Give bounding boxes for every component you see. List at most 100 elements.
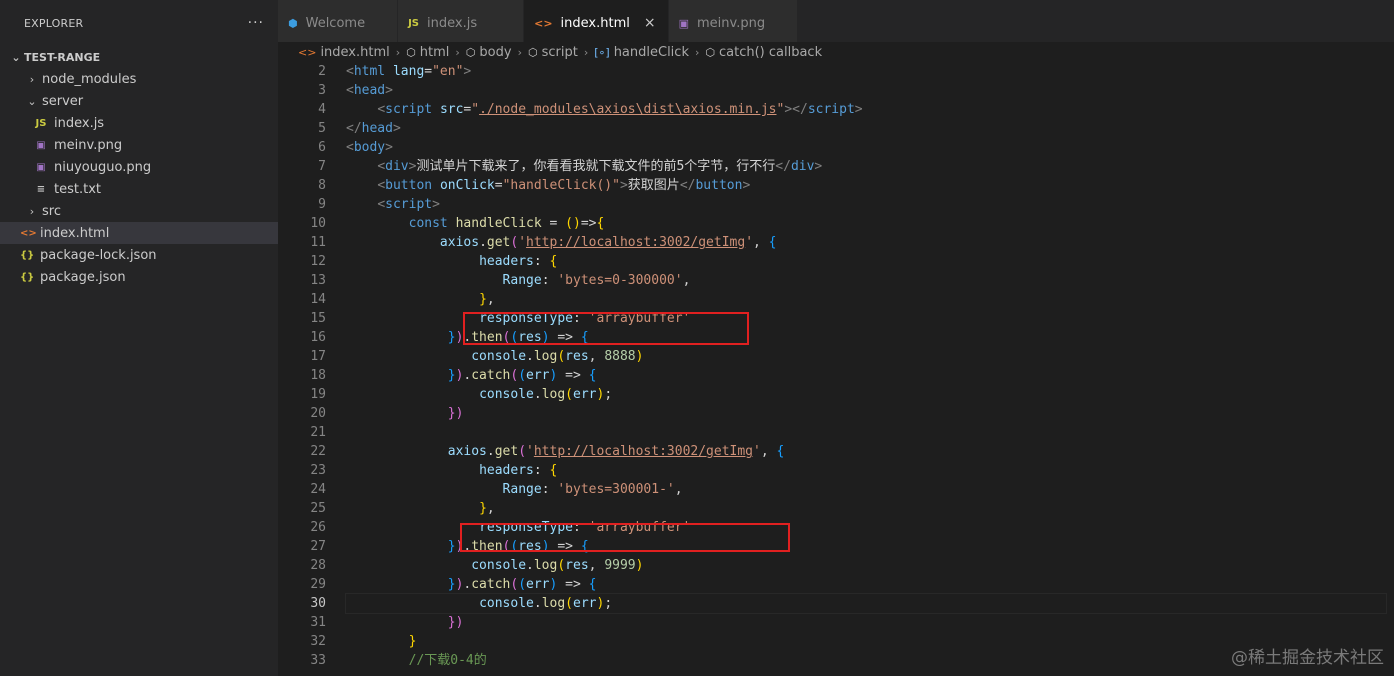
tree-item-meinv-png[interactable]: ▣ meinv.png bbox=[0, 134, 278, 156]
code-token: } bbox=[447, 368, 456, 383]
line-number: 17 bbox=[310, 349, 326, 364]
code-token: Range bbox=[502, 482, 542, 497]
code-line[interactable]: Range: 'bytes=300001-', bbox=[346, 480, 1386, 499]
code-token: src bbox=[439, 102, 464, 117]
code-line[interactable]: <button onClick="handleClick()">获取图片</bu… bbox=[346, 176, 1386, 195]
code-token: } bbox=[479, 501, 487, 516]
code-token: ></ bbox=[784, 102, 808, 117]
code-line[interactable]: }, bbox=[346, 290, 1386, 309]
code-token: , bbox=[588, 558, 605, 573]
code-line[interactable]: }).catch((err) => { bbox=[346, 575, 1386, 594]
chevron-right-icon: › bbox=[455, 45, 460, 59]
code-token: . bbox=[479, 235, 487, 250]
code-line[interactable]: console.log(err); bbox=[346, 385, 1386, 404]
chevron-right-icon: › bbox=[29, 72, 35, 86]
tab-index-js[interactable]: JS index.js bbox=[398, 0, 525, 46]
code-line[interactable]: <div>测试单片下载来了，你看看我就下载文件的前5个字节，行不行</div> bbox=[346, 157, 1386, 176]
line-number: 32 bbox=[310, 634, 326, 649]
code-line[interactable]: console.log(res, 9999) bbox=[346, 556, 1386, 575]
line-number: 6 bbox=[318, 140, 326, 155]
breadcrumb-item[interactable]: ⬡ body bbox=[466, 45, 512, 60]
workspace-root[interactable]: ⌄ TEST-RANGE bbox=[0, 46, 278, 68]
code-line[interactable]: <head> bbox=[346, 81, 1386, 100]
tab-welcome[interactable]: ⬢ Welcome bbox=[278, 0, 399, 46]
line-number: 18 bbox=[310, 368, 326, 383]
code-line[interactable]: console.log(err); bbox=[345, 593, 1387, 614]
close-icon[interactable]: × bbox=[644, 15, 656, 31]
code-line[interactable]: console.log(res, 8888) bbox=[346, 347, 1386, 366]
code-line[interactable]: axios.get('http://localhost:3002/getImg'… bbox=[346, 233, 1386, 252]
code-token: body bbox=[353, 140, 386, 155]
code-line[interactable]: }) bbox=[346, 404, 1386, 423]
tree-item-server[interactable]: ⌄ server bbox=[0, 90, 278, 112]
tree-item-niuyouguo-png[interactable]: ▣ niuyouguo.png bbox=[0, 156, 278, 178]
chevron-right-icon: › bbox=[29, 204, 35, 218]
code-token: : bbox=[533, 254, 550, 269]
code-token: ' bbox=[753, 444, 761, 459]
code-line[interactable]: }).catch((err) => { bbox=[346, 366, 1386, 385]
code-token: . bbox=[526, 349, 534, 364]
code-line[interactable]: const handleClick = ()=>{ bbox=[346, 214, 1386, 233]
code-line[interactable]: }) bbox=[346, 613, 1386, 632]
tree-item-test-txt[interactable]: ≡ test.txt bbox=[0, 178, 278, 200]
tree-item-index-html[interactable]: <> index.html bbox=[0, 222, 278, 244]
code-token: http://localhost:3002/getImg bbox=[526, 235, 746, 250]
code-token: > bbox=[854, 102, 863, 117]
breadcrumb-item[interactable]: ⬡ html bbox=[406, 45, 449, 60]
line-number-gutter: 2 3 4 5 6 7 8 9 10 11 12 13 14 15 16 17 18 19 20 21 22 23 24 25… bbox=[278, 62, 326, 670]
code-line[interactable]: headers: { bbox=[346, 252, 1386, 271]
code-line[interactable]: <script> bbox=[346, 195, 1386, 214]
tree-item-index-js[interactable]: JS index.js bbox=[0, 112, 278, 134]
tab-meinv-png[interactable]: ▣ meinv.png bbox=[668, 0, 799, 46]
code-area[interactable]: <html lang="en"> <head> <script src="./no… bbox=[345, 62, 1387, 670]
code-token: head bbox=[353, 83, 386, 98]
code-token: } bbox=[447, 330, 456, 345]
breadcrumb-item[interactable]: [∘] handleClick bbox=[594, 45, 689, 60]
json-file-icon: {} bbox=[20, 271, 35, 283]
code-token: script bbox=[385, 102, 433, 117]
json-file-icon: {} bbox=[20, 249, 35, 261]
code-token: > bbox=[463, 64, 472, 79]
tree-item-package-json[interactable]: {} package.json bbox=[0, 266, 278, 288]
tree-item-package-lock-json[interactable]: {} package-lock.json bbox=[0, 244, 278, 266]
breadcrumb-label: body bbox=[479, 44, 512, 60]
code-line[interactable]: axios.get('http://localhost:3002/getImg'… bbox=[346, 442, 1386, 461]
tab-index-html[interactable]: <> index.html × bbox=[524, 0, 669, 46]
code-line[interactable]: } bbox=[346, 632, 1386, 651]
code-token: { bbox=[549, 463, 558, 478]
code-line[interactable]: <html lang="en"> bbox=[346, 62, 1386, 81]
code-token: ' bbox=[745, 235, 754, 250]
code-token: , bbox=[588, 349, 605, 364]
code-token: < bbox=[346, 140, 354, 155]
code-line[interactable]: }, bbox=[346, 499, 1386, 518]
code-line[interactable]: headers: { bbox=[346, 461, 1386, 480]
code-editor[interactable]: 2 3 4 5 6 7 8 9 10 11 12 13 14 15 16 17 18 19 20 21 22 23 24 25… bbox=[278, 62, 1394, 676]
code-line[interactable]: </head> bbox=[346, 119, 1386, 138]
code-token: res bbox=[565, 349, 589, 364]
tree-item-src[interactable]: › src bbox=[0, 200, 278, 222]
code-token: ( bbox=[557, 349, 566, 364]
code-line[interactable]: //下载0-4的 bbox=[346, 651, 1386, 670]
code-token: </ bbox=[346, 121, 362, 136]
code-token: ( bbox=[518, 577, 527, 592]
code-token: catch bbox=[471, 577, 511, 592]
tree-item-node-modules[interactable]: › node_modules bbox=[0, 68, 278, 90]
breadcrumb-item[interactable]: ⬡ script bbox=[528, 45, 578, 60]
code-line[interactable]: <script src="./node_modules\axios\dist\a… bbox=[346, 100, 1386, 119]
code-token: { bbox=[588, 577, 597, 592]
line-number: 20 bbox=[310, 406, 326, 421]
code-line[interactable] bbox=[346, 423, 1386, 442]
javascript-file-icon: JS bbox=[408, 17, 420, 29]
breadcrumb-item[interactable]: ⬡ catch() callback bbox=[705, 45, 822, 60]
breadcrumb-item[interactable]: <> index.html bbox=[298, 45, 390, 60]
code-line[interactable]: <body> bbox=[346, 138, 1386, 157]
more-actions-icon[interactable]: ··· bbox=[248, 15, 264, 31]
code-line[interactable]: Range: 'bytes=0-300000', bbox=[346, 271, 1386, 290]
